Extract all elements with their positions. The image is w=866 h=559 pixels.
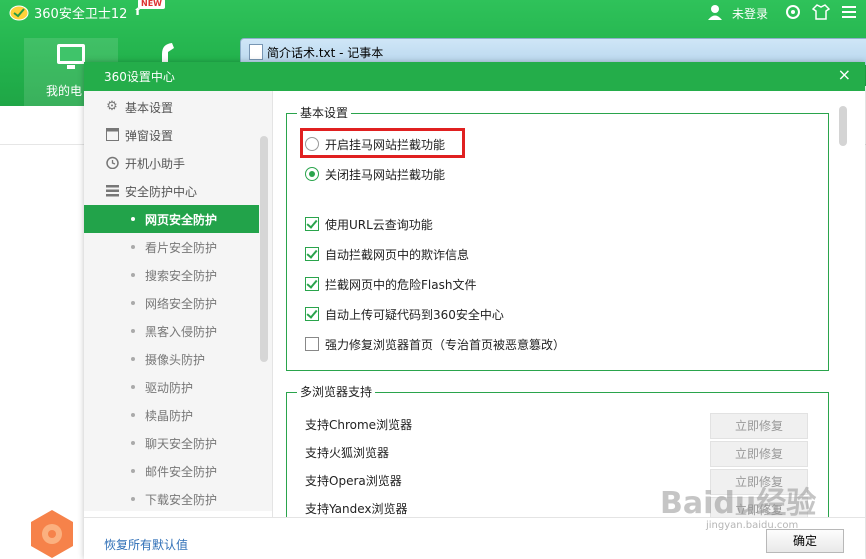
close-icon[interactable]: × bbox=[838, 65, 851, 84]
login-link[interactable]: 未登录 bbox=[732, 5, 768, 22]
browser-group-title: 多浏览器支持 bbox=[297, 385, 376, 399]
nav-bullet bbox=[131, 217, 135, 221]
menu-icon[interactable] bbox=[840, 3, 858, 21]
clock-icon bbox=[105, 156, 119, 170]
nav-bullet bbox=[131, 273, 135, 277]
nav-category-basic[interactable]: ⚙ 基本设置 bbox=[84, 93, 272, 121]
360-logo-icon bbox=[31, 510, 73, 558]
nav-bullet bbox=[131, 357, 135, 361]
url-cloud-check-checkbox[interactable]: 使用URL云查询功能 bbox=[305, 214, 433, 234]
notepad-title: 简介话术.txt - 记事本 bbox=[267, 46, 384, 60]
settings-content: 基本设置 开启挂马网站拦截功能 关闭挂马网站拦截功能 使用URL云查询功能 自动… bbox=[272, 91, 865, 517]
app-left-row bbox=[0, 110, 84, 145]
browser-row-firefox: 支持火狐浏览器 立即修复 bbox=[305, 441, 815, 467]
watermark: Baidu经验 bbox=[660, 486, 817, 521]
new-badge: NEW bbox=[138, 0, 165, 9]
browser-row-chrome: 支持Chrome浏览器 立即修复 bbox=[305, 413, 815, 439]
restore-defaults-link[interactable]: 恢复所有默认值 bbox=[104, 536, 188, 553]
force-repair-homepage-checkbox[interactable]: 强力修复浏览器首页（专治首页被恶意篡改） bbox=[305, 334, 565, 354]
disable-block-radio[interactable]: 关闭挂马网站拦截功能 bbox=[305, 164, 445, 184]
nav-bullet bbox=[131, 329, 135, 333]
checkbox-checked[interactable] bbox=[305, 247, 319, 261]
nav-bullet bbox=[131, 469, 135, 473]
checkbox-checked[interactable] bbox=[305, 277, 319, 291]
grid-icon bbox=[105, 184, 119, 198]
settings-gear-icon[interactable] bbox=[784, 3, 802, 21]
basic-group-title: 基本设置 bbox=[297, 106, 352, 120]
nav-bullet bbox=[131, 301, 135, 305]
nav-bullet bbox=[131, 245, 135, 249]
nav-item-video-protection[interactable]: 看片安全防护 bbox=[84, 233, 259, 261]
watermark-sub: jingyan.baidu.com bbox=[706, 520, 799, 531]
basic-settings-group: 基本设置 开启挂马网站拦截功能 关闭挂马网站拦截功能 使用URL云查询功能 自动… bbox=[286, 106, 829, 371]
app-title-text: 360安全卫士12 bbox=[34, 7, 128, 22]
nav-item-crystal-protection[interactable]: 椟晶防护 bbox=[84, 401, 259, 429]
nav-bullet bbox=[131, 441, 135, 445]
skin-shirt-icon[interactable] bbox=[812, 3, 830, 21]
nav-item-mail-protection[interactable]: 邮件安全防护 bbox=[84, 457, 259, 485]
repair-chrome-button[interactable]: 立即修复 bbox=[710, 413, 808, 439]
fraud-block-checkbox[interactable]: 自动拦截网页中的欺诈信息 bbox=[305, 244, 469, 264]
user-icon[interactable] bbox=[706, 3, 724, 21]
nav-category-popup[interactable]: 弹窗设置 bbox=[84, 121, 272, 149]
app-logo-icon bbox=[9, 5, 29, 20]
nav-category-startup[interactable]: 开机小助手 bbox=[84, 149, 272, 177]
nav-bullet bbox=[131, 497, 135, 501]
nav-item-search-protection[interactable]: 搜索安全防护 bbox=[84, 261, 259, 289]
window-icon bbox=[105, 128, 119, 142]
dialog-title: 360设置中心 bbox=[104, 70, 175, 84]
nav-item-camera-protection[interactable]: 摄像头防护 bbox=[84, 345, 259, 373]
nav-category-security-center[interactable]: 安全防护中心 bbox=[84, 177, 272, 205]
nav-item-driver-protection[interactable]: 驱动防护 bbox=[84, 373, 259, 401]
my-computer-label: 我的电 bbox=[46, 84, 83, 98]
nav-scrollbar[interactable] bbox=[260, 136, 268, 362]
dialog-header: 360设置中心 × bbox=[84, 62, 865, 91]
gear-icon: ⚙ bbox=[106, 99, 118, 114]
notepad-window-tab[interactable]: 简介话术.txt - 记事本 bbox=[240, 38, 866, 65]
settings-nav: ⚙ 基本设置 弹窗设置 开机小助手 安全防护中心 网页安全防护 看片安全防护 搜… bbox=[84, 91, 272, 511]
nav-bullet bbox=[131, 413, 135, 417]
nav-item-web-protection[interactable]: 网页安全防护 bbox=[84, 205, 259, 233]
radio-checked[interactable] bbox=[305, 167, 319, 181]
monitor-icon bbox=[57, 44, 85, 69]
content-scrollbar[interactable] bbox=[839, 106, 847, 146]
repair-firefox-button[interactable]: 立即修复 bbox=[710, 441, 808, 467]
upload-code-checkbox[interactable]: 自动上传可疑代码到360安全中心 bbox=[305, 304, 504, 324]
nav-item-network-protection[interactable]: 网络安全防护 bbox=[84, 289, 259, 317]
nav-item-chat-protection[interactable]: 聊天安全防护 bbox=[84, 429, 259, 457]
nav-item-download-protection[interactable]: 下载安全防护 bbox=[84, 485, 259, 511]
checkbox-checked[interactable] bbox=[305, 307, 319, 321]
ok-button[interactable]: 确定 bbox=[766, 529, 844, 553]
app-left-panel bbox=[0, 106, 84, 559]
notepad-icon bbox=[249, 44, 263, 60]
app-title: 360安全卫士12 ⬆ bbox=[8, 3, 142, 22]
flash-block-checkbox[interactable]: 拦截网页中的危险Flash文件 bbox=[305, 274, 476, 294]
checkbox-checked[interactable] bbox=[305, 217, 319, 231]
content-divider bbox=[272, 91, 273, 517]
highlight-annotation bbox=[300, 128, 465, 158]
nav-bullet bbox=[131, 385, 135, 389]
nav-item-hacker-protection[interactable]: 黑客入侵防护 bbox=[84, 317, 259, 345]
checkbox-unchecked[interactable] bbox=[305, 337, 319, 351]
